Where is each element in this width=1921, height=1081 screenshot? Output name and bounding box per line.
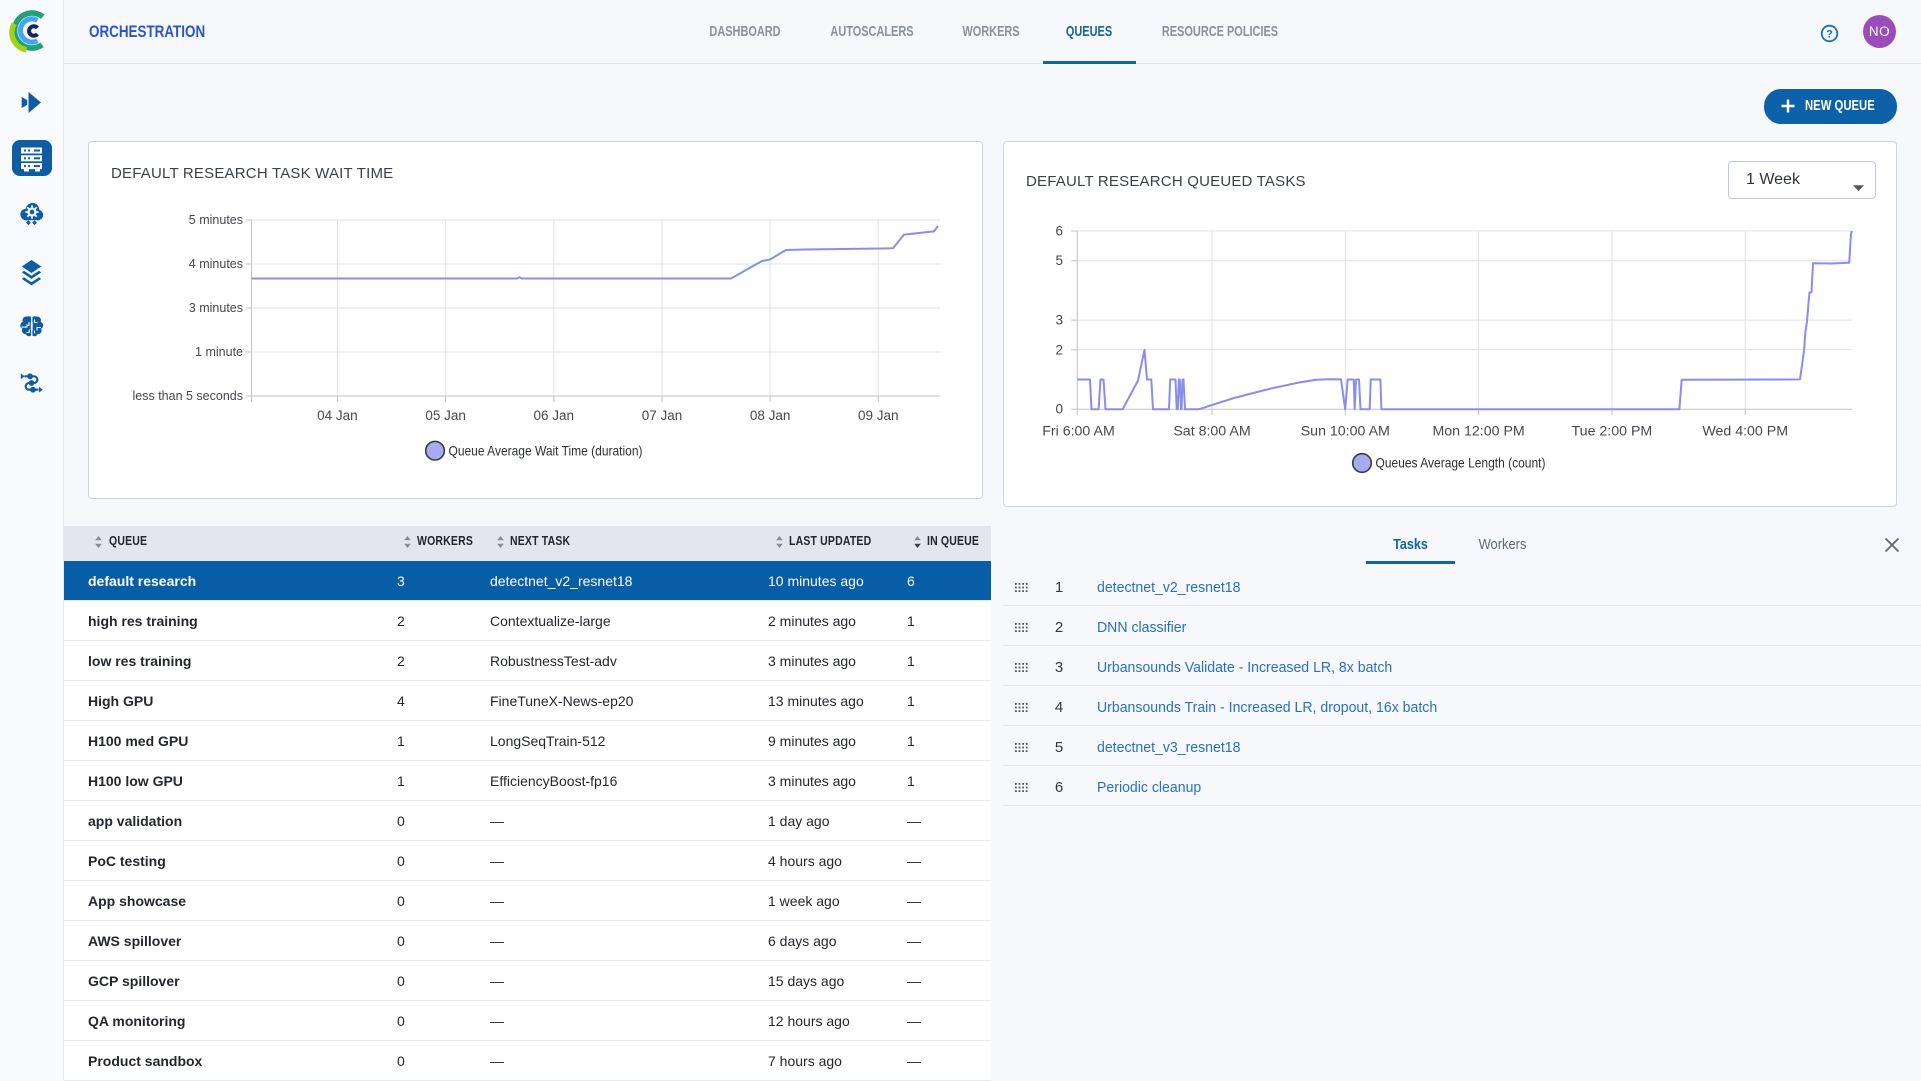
svg-text:4 minutes: 4 minutes <box>189 257 243 271</box>
svg-text:2: 2 <box>1055 342 1063 357</box>
svg-text:Sun 10:00 AM: Sun 10:00 AM <box>1301 424 1390 440</box>
svg-text:Fri 6:00 AM: Fri 6:00 AM <box>1042 424 1115 440</box>
svg-text:04 Jan: 04 Jan <box>317 408 358 423</box>
svg-text:07 Jan: 07 Jan <box>642 408 683 423</box>
svg-text:Wed 4:00 PM: Wed 4:00 PM <box>1702 424 1788 440</box>
svg-text:3: 3 <box>1055 313 1063 328</box>
svg-text:?: ? <box>1826 29 1833 41</box>
svg-text:Tue 2:00 PM: Tue 2:00 PM <box>1572 424 1653 440</box>
svg-text:3 minutes: 3 minutes <box>189 301 243 315</box>
svg-text:09 Jan: 09 Jan <box>858 408 899 423</box>
svg-text:05 Jan: 05 Jan <box>425 408 466 423</box>
svg-text:Sat 8:00 AM: Sat 8:00 AM <box>1173 424 1250 440</box>
svg-text:5 minutes: 5 minutes <box>189 213 243 227</box>
svg-text:less than 5 seconds: less than 5 seconds <box>133 389 244 403</box>
svg-text:6: 6 <box>1055 224 1063 239</box>
svg-text:08 Jan: 08 Jan <box>750 408 791 423</box>
svg-text:Mon 12:00 PM: Mon 12:00 PM <box>1432 424 1524 440</box>
svg-text:06 Jan: 06 Jan <box>534 408 575 423</box>
svg-text:Queue Average Wait Time (durat: Queue Average Wait Time (duration) <box>449 443 643 459</box>
svg-text:5: 5 <box>1055 253 1063 268</box>
svg-text:0: 0 <box>1055 402 1063 417</box>
svg-text:1 minute: 1 minute <box>195 345 243 359</box>
svg-text:Queues Average Length (count): Queues Average Length (count) <box>1376 455 1546 471</box>
